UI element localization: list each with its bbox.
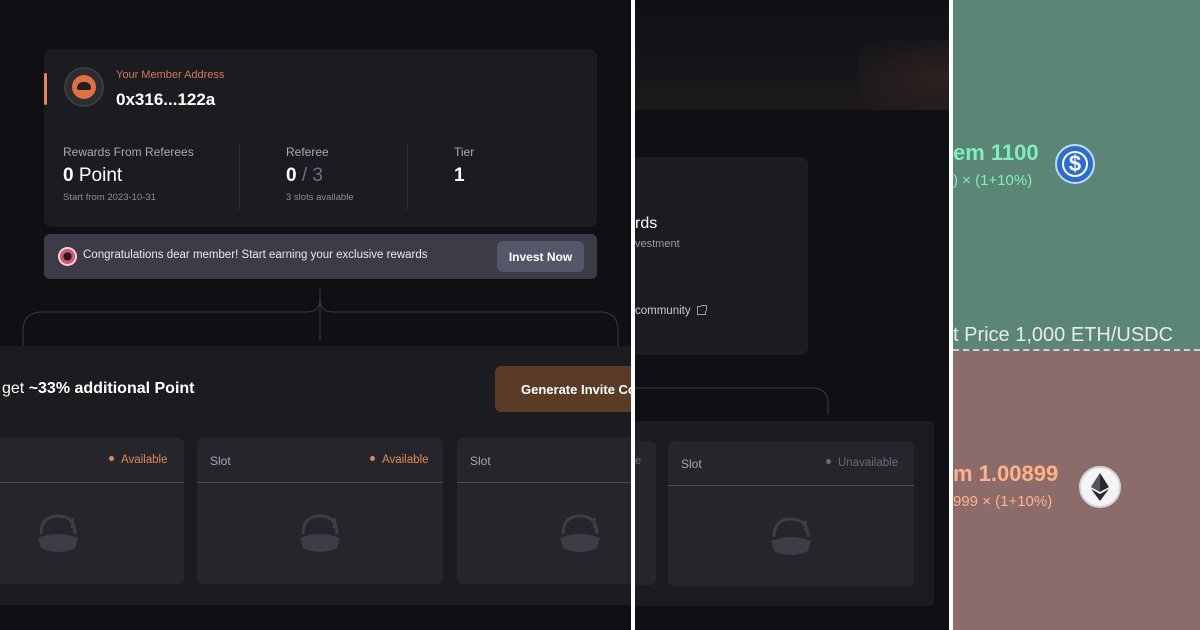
slot-title: Slot bbox=[470, 454, 491, 468]
price-dashed-line bbox=[953, 349, 1200, 351]
rewards-number: 0 bbox=[63, 165, 74, 186]
slot-status-unavailable: Unavailable bbox=[826, 457, 898, 469]
rewards-value: 0 Point bbox=[63, 165, 194, 187]
member-card: Your Member Address 0x316...122a Rewards… bbox=[44, 49, 597, 227]
referee-slash: / bbox=[301, 165, 308, 186]
investment-text: vestment bbox=[635, 238, 680, 250]
slot-status-available: Available bbox=[370, 454, 428, 466]
referee-label: Referee bbox=[286, 145, 329, 159]
referee-value: 0 / 3 bbox=[286, 165, 354, 187]
stat-divider bbox=[407, 144, 408, 210]
slot-title: Slot bbox=[210, 454, 231, 468]
slot-divider bbox=[0, 482, 184, 483]
rewards-label: Rewards From Referees bbox=[63, 145, 194, 159]
eth-icon bbox=[1079, 466, 1121, 508]
member-avatar-icon bbox=[64, 67, 104, 107]
member-address[interactable]: 0x316...122a bbox=[116, 90, 215, 110]
usdc-redeem-amount: em 1100 bbox=[953, 140, 1039, 165]
redeem-price-panel: em 1100 ) × (1+10%) $ t Price 1,000 ETH/… bbox=[953, 0, 1200, 630]
slot-card[interactable]: Slot Unavailable bbox=[668, 441, 914, 586]
referral-dashboard-panel: Your Member Address 0x316...122a Rewards… bbox=[0, 0, 631, 630]
generate-invite-code-button[interactable]: Generate Invite Co bbox=[495, 366, 631, 412]
invite-section: get ~33% additional Point Generate Invit… bbox=[0, 346, 631, 605]
invite-description: get ~33% additional Point bbox=[2, 380, 195, 398]
external-link-icon bbox=[696, 305, 707, 315]
tier-stat: Tier 1 bbox=[454, 145, 474, 187]
member-address-label: Your Member Address bbox=[116, 69, 225, 81]
rewards-start-date: Start from 2023-10-31 bbox=[63, 192, 156, 203]
referee-count: 0 bbox=[286, 165, 297, 186]
invest-now-button[interactable]: Invest Now bbox=[497, 241, 584, 272]
referee-total: 3 bbox=[312, 165, 323, 186]
referral-tree-connector bbox=[635, 387, 829, 415]
referral-tree-connector bbox=[22, 288, 619, 347]
congrats-text: Congratulations dear member! Start earni… bbox=[83, 249, 428, 261]
slot-divider bbox=[197, 482, 443, 483]
tier-label: Tier bbox=[454, 145, 475, 159]
rewards-badge-icon bbox=[58, 247, 77, 266]
referee-slots-available: 3 slots available bbox=[286, 192, 354, 203]
rewards-unit: Point bbox=[78, 165, 123, 186]
community-link-text: community bbox=[635, 305, 691, 317]
helmet-icon bbox=[560, 514, 600, 552]
invite-text-bonus: ~33% additional Point bbox=[28, 380, 195, 397]
eth-section-bg bbox=[953, 350, 1200, 630]
rewards-card: rds vestment community bbox=[635, 157, 808, 355]
slot-status-available: Available bbox=[109, 454, 167, 466]
slots-section: e Slot Unavailable bbox=[635, 421, 934, 606]
rewards-stat: Rewards From Referees 0 Point Start from… bbox=[63, 145, 194, 203]
slot-card[interactable]: Slot Available bbox=[197, 438, 443, 584]
rewards-detail-panel: rds vestment community e Slot Unavailabl… bbox=[635, 0, 949, 630]
slot-card[interactable]: Slot bbox=[457, 438, 631, 584]
stat-divider bbox=[239, 144, 240, 210]
invite-text-prefix: get bbox=[2, 380, 29, 397]
helmet-icon bbox=[771, 517, 811, 555]
slot-divider bbox=[668, 485, 914, 486]
eth-redeem-formula: 999 × (1+10%) bbox=[953, 493, 1053, 510]
strike-price-label: t Price 1,000 ETH/USDC bbox=[953, 324, 1174, 346]
slot-card[interactable]: Available bbox=[0, 438, 184, 584]
header-backdrop bbox=[635, 0, 949, 110]
congrats-banner: Congratulations dear member! Start earni… bbox=[44, 234, 597, 279]
usdc-icon: $ bbox=[1055, 144, 1095, 184]
helmet-icon bbox=[300, 514, 340, 552]
usdc-redeem-formula: ) × (1+10%) bbox=[953, 172, 1033, 189]
referee-stat: Referee 0 / 3 3 slots available bbox=[286, 145, 354, 203]
slot-partial-text: e bbox=[635, 455, 642, 467]
accent-bar bbox=[44, 73, 47, 105]
tier-value: 1 bbox=[454, 165, 465, 186]
rewards-heading: rds bbox=[635, 215, 658, 232]
helmet-icon bbox=[38, 514, 78, 552]
slot-title: Slot bbox=[681, 457, 702, 471]
eth-redeem-amount: m 1.00899 bbox=[953, 461, 1059, 486]
slot-card-partial[interactable]: e bbox=[635, 441, 656, 585]
community-link[interactable]: community bbox=[635, 305, 707, 317]
slot-divider bbox=[457, 482, 631, 483]
